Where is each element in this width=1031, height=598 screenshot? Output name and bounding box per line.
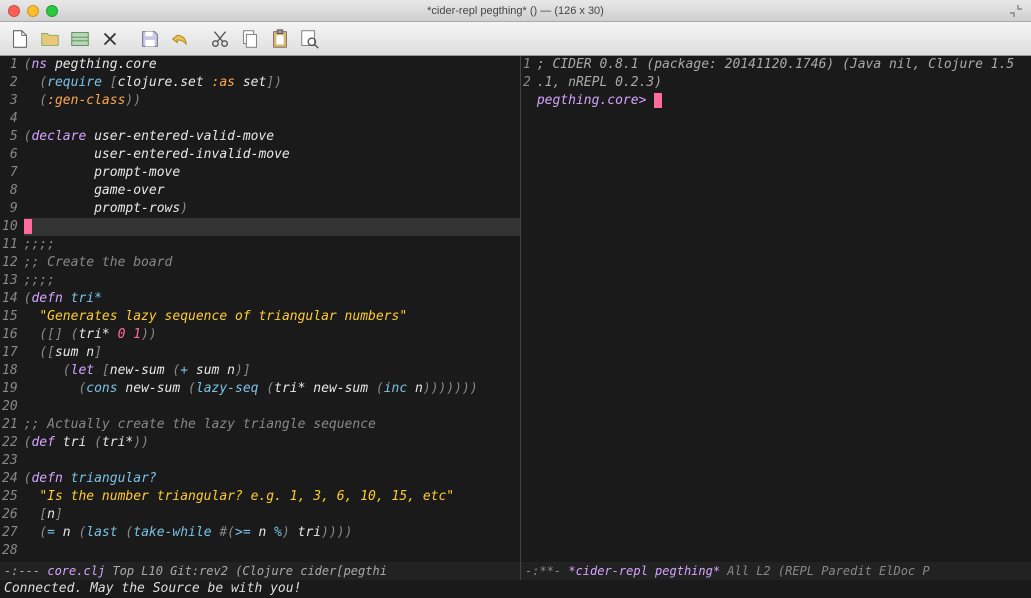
window-title: *cider-repl pegthing* () — (126 x 30) bbox=[427, 5, 604, 17]
modeline-info: Top L10 Git:rev2 (Clojure cider[pegthi bbox=[105, 564, 387, 578]
modeline-filename: core.clj bbox=[47, 564, 105, 578]
dired-icon[interactable] bbox=[66, 26, 94, 52]
new-file-icon[interactable] bbox=[6, 26, 34, 52]
minimize-window-button[interactable] bbox=[27, 5, 39, 17]
source-pane: 1234567891011121314151617181920212223242… bbox=[0, 56, 520, 580]
modeline-prefix: -:--- bbox=[4, 564, 47, 578]
zoom-window-button[interactable] bbox=[46, 5, 58, 17]
editor-area: 1234567891011121314151617181920212223242… bbox=[0, 56, 1031, 580]
search-icon[interactable] bbox=[296, 26, 324, 52]
line-gutter: 1234567891011121314151617181920212223242… bbox=[0, 56, 22, 562]
cut-icon[interactable] bbox=[206, 26, 234, 52]
repl-gutter: 12 bbox=[521, 56, 535, 562]
modeline-prefix: -:**- bbox=[525, 564, 568, 578]
repl-content[interactable]: ; CIDER 0.8.1 (package: 20141120.1746) (… bbox=[535, 56, 1031, 562]
window-titlebar: *cider-repl pegthing* () — (126 x 30) bbox=[0, 0, 1031, 22]
repl-pane: 12 ; CIDER 0.8.1 (package: 20141120.1746… bbox=[520, 56, 1031, 580]
modeline-filename: *cider-repl pegthing* bbox=[568, 564, 720, 578]
toolbar bbox=[0, 22, 1031, 56]
source-content[interactable]: (ns pegthing.core (require [clojure.set … bbox=[22, 56, 520, 562]
maximize-icon[interactable] bbox=[1009, 4, 1023, 18]
close-window-button[interactable] bbox=[8, 5, 20, 17]
repl-buffer[interactable]: 12 ; CIDER 0.8.1 (package: 20141120.1746… bbox=[521, 56, 1031, 562]
undo-icon[interactable] bbox=[166, 26, 194, 52]
paste-icon[interactable] bbox=[266, 26, 294, 52]
minibuffer[interactable]: Connected. May the Source be with you! bbox=[0, 580, 1031, 598]
modeline-left[interactable]: -:--- core.clj Top L10 Git:rev2 (Clojure… bbox=[0, 562, 520, 580]
close-icon[interactable] bbox=[96, 26, 124, 52]
modeline-info: All L2 (REPL Paredit ElDoc P bbox=[720, 564, 930, 578]
save-icon[interactable] bbox=[136, 26, 164, 52]
copy-icon[interactable] bbox=[236, 26, 264, 52]
source-buffer[interactable]: 1234567891011121314151617181920212223242… bbox=[0, 56, 520, 562]
open-folder-icon[interactable] bbox=[36, 26, 64, 52]
traffic-lights bbox=[8, 5, 58, 17]
modeline-right[interactable]: -:**- *cider-repl pegthing* All L2 (REPL… bbox=[521, 562, 1031, 580]
